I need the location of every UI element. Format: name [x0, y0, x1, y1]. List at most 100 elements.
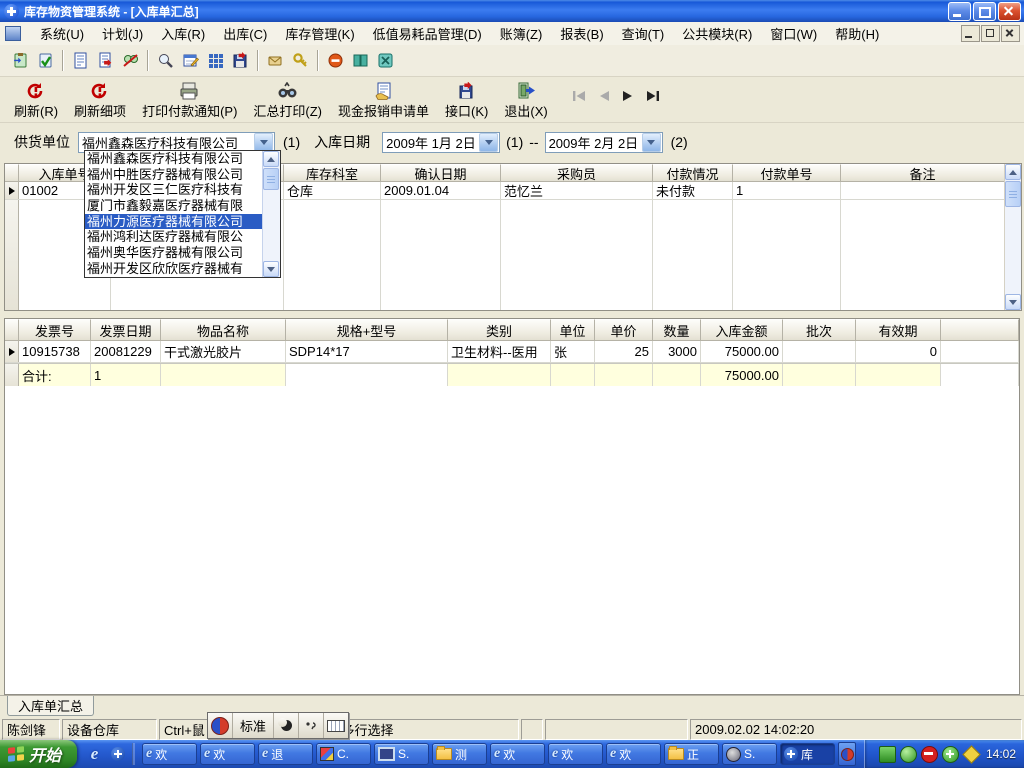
- suspend-icon[interactable]: [323, 48, 348, 73]
- close-button[interactable]: [998, 1, 1021, 21]
- nav-last-button[interactable]: [646, 90, 660, 102]
- task-button-ie-5[interactable]: e欢: [548, 743, 604, 765]
- task-button-compass[interactable]: S.: [722, 743, 778, 765]
- ime-punctuation-icon[interactable]: [299, 713, 324, 738]
- dropdown-item-selected[interactable]: 福州力源医疗器械有限公司: [85, 213, 263, 230]
- mdi-child-icon[interactable]: [5, 26, 21, 41]
- details-header-price[interactable]: 单价: [595, 319, 653, 341]
- orders-header-confirm-date[interactable]: 确认日期: [381, 164, 501, 182]
- tray-shield-icon[interactable]: [962, 744, 981, 764]
- close-box-icon[interactable]: [373, 48, 398, 73]
- mdi-minimize-button[interactable]: [961, 25, 980, 42]
- confirm-icon[interactable]: [33, 48, 58, 73]
- refresh-button[interactable]: 刷新(R): [6, 80, 66, 122]
- calendar-edit-icon[interactable]: [178, 48, 203, 73]
- menu-reports[interactable]: 报表(B): [551, 22, 612, 45]
- task-button-ie-3[interactable]: e退: [258, 743, 314, 765]
- dropdown-item[interactable]: 福州奥华医疗器械有限公司: [85, 245, 263, 261]
- exit-button[interactable]: 退出(X): [496, 80, 555, 122]
- key-icon[interactable]: [288, 48, 313, 73]
- date-to-dropdown-button[interactable]: [641, 132, 661, 152]
- task-button-folder-2[interactable]: 正: [664, 743, 720, 765]
- date-from-dropdown-button[interactable]: [479, 132, 499, 152]
- details-header-item-name[interactable]: 物品名称: [161, 319, 286, 341]
- details-header-qty[interactable]: 数量: [653, 319, 701, 341]
- dropdown-item[interactable]: 福州开发区欣欣医疗器械有: [85, 261, 263, 277]
- grid-icon[interactable]: [203, 48, 228, 73]
- orders-header-pay-no[interactable]: 付款单号: [733, 164, 841, 182]
- print-payment-notice-button[interactable]: 打印付款通知(P): [134, 80, 245, 122]
- details-header-unit[interactable]: 单位: [551, 319, 595, 341]
- menu-ledger[interactable]: 账簿(Z): [491, 22, 552, 45]
- task-button-folder-1[interactable]: 测: [432, 743, 488, 765]
- mail-send-icon[interactable]: [263, 48, 288, 73]
- date-from-picker[interactable]: 2009年 1月 2日: [382, 131, 501, 153]
- save-export-icon[interactable]: [228, 48, 253, 73]
- details-row[interactable]: 10915738 20081229 干式激光胶片 SDP14*17 卫生材料--…: [5, 341, 1019, 363]
- menu-stock-out[interactable]: 出库(C): [214, 22, 276, 45]
- mdi-restore-button[interactable]: [981, 25, 1000, 42]
- details-header-spec[interactable]: 规格+型号: [286, 319, 448, 341]
- dropdown-item[interactable]: 福州开发区三仁医疗科技有: [85, 182, 263, 198]
- menu-query[interactable]: 查询(T): [613, 22, 674, 45]
- mdi-close-button[interactable]: [1001, 25, 1020, 42]
- orders-header-pay-status[interactable]: 付款情况: [653, 164, 733, 182]
- cash-reimburse-button[interactable]: 现金报销申请单: [330, 80, 437, 122]
- menu-plan[interactable]: 计划(J): [93, 22, 152, 45]
- date-to-picker[interactable]: 2009年 2月 2日: [544, 131, 663, 153]
- quick-launch-desktop-icon[interactable]: [108, 745, 127, 764]
- paste-icon[interactable]: [8, 48, 33, 73]
- tray-green-device-icon[interactable]: [878, 745, 896, 763]
- taskbar-ime-button[interactable]: [838, 742, 857, 766]
- task-button-inventory-app[interactable]: 库: [780, 743, 836, 765]
- start-button[interactable]: 开始: [0, 740, 78, 768]
- supplier-dropdown-button[interactable]: [254, 132, 273, 152]
- task-button-ie-6[interactable]: e欢: [606, 743, 662, 765]
- tray-network-icon[interactable]: [899, 745, 917, 763]
- orders-vertical-scrollbar[interactable]: [1004, 164, 1021, 310]
- menu-consumables[interactable]: 低值易耗品管理(D): [364, 22, 491, 45]
- nav-first-button[interactable]: [572, 90, 586, 102]
- refresh-details-button[interactable]: 刷新细项: [66, 80, 134, 122]
- task-button-ie-1[interactable]: e欢: [142, 743, 198, 765]
- search-icon[interactable]: [153, 48, 178, 73]
- details-header-validity[interactable]: 有效期: [856, 319, 941, 341]
- nav-next-button[interactable]: [622, 90, 634, 102]
- dropdown-item[interactable]: 福州鑫森医疗科技有限公司: [85, 151, 263, 167]
- task-button-ie-4[interactable]: e欢: [490, 743, 546, 765]
- ime-keyboard-icon[interactable]: [324, 713, 348, 738]
- ime-language-icon[interactable]: [208, 713, 233, 738]
- nav-prev-button[interactable]: [598, 90, 610, 102]
- tray-stop-icon[interactable]: [920, 745, 938, 763]
- dropdown-item[interactable]: 厦门市鑫毅嘉医疗器械有限: [85, 198, 263, 214]
- interface-button[interactable]: 接口(K): [437, 80, 496, 122]
- scroll-down-arrow[interactable]: [263, 261, 279, 277]
- quick-launch-ie-icon[interactable]: e: [85, 744, 104, 764]
- scroll-up-arrow[interactable]: [1005, 164, 1021, 180]
- tray-clock[interactable]: 14:02: [986, 747, 1016, 761]
- scroll-up-arrow[interactable]: [263, 151, 279, 167]
- menu-modules[interactable]: 公共模块(R): [673, 22, 761, 45]
- document-view-icon[interactable]: [68, 48, 93, 73]
- book-icon[interactable]: [348, 48, 373, 73]
- restore-button[interactable]: [973, 1, 996, 21]
- details-header-category[interactable]: 类别: [448, 319, 551, 341]
- orders-header-remark[interactable]: 备注: [841, 164, 1005, 182]
- dropdown-scrollbar[interactable]: [262, 151, 280, 277]
- details-header-invoice-no[interactable]: 发票号: [19, 319, 91, 341]
- document-add-icon[interactable]: [93, 48, 118, 73]
- menu-system[interactable]: 系统(U): [31, 22, 93, 45]
- task-button-ie-2[interactable]: e欢: [200, 743, 256, 765]
- details-header-amount[interactable]: 入库金额: [701, 319, 783, 341]
- menu-help[interactable]: 帮助(H): [826, 22, 888, 45]
- tray-health-icon[interactable]: [941, 745, 959, 763]
- details-header-invoice-date[interactable]: 发票日期: [91, 319, 161, 341]
- orders-header-buyer[interactable]: 采购员: [501, 164, 653, 182]
- dropdown-item[interactable]: 福州中胜医疗器械有限公司: [85, 167, 263, 183]
- details-header-batch[interactable]: 批次: [783, 319, 856, 341]
- menu-stock-in[interactable]: 入库(R): [152, 22, 214, 45]
- menu-window[interactable]: 窗口(W): [761, 22, 826, 45]
- scroll-down-arrow[interactable]: [1005, 294, 1021, 310]
- dropdown-item[interactable]: 福州鸿利达医疗器械有限公: [85, 229, 263, 245]
- scroll-thumb[interactable]: [263, 168, 279, 190]
